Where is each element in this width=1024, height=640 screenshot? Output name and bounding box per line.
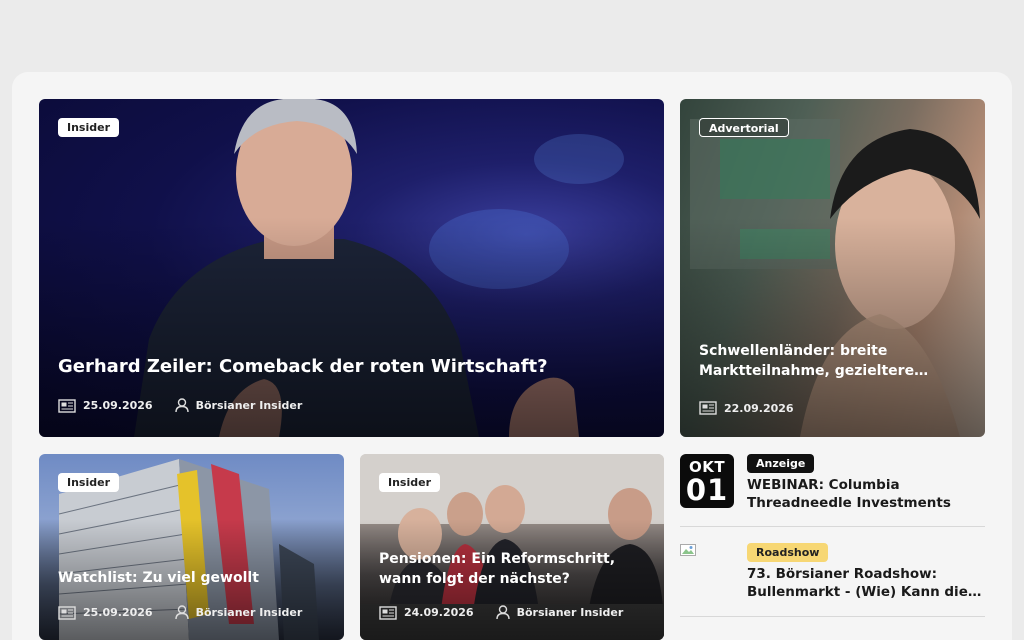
category-badge[interactable]: Advertorial bbox=[699, 118, 789, 137]
article-card-schwellenlaender[interactable]: Advertorial Schwellenländer: breite Mark… bbox=[680, 99, 985, 437]
article-author[interactable]: Börsianer Insider bbox=[196, 399, 303, 412]
article-author[interactable]: Börsianer Insider bbox=[517, 606, 624, 619]
article-meta: 22.09.2026 bbox=[699, 401, 794, 415]
article-headline[interactable]: Gerhard Zeiler: Comeback der roten Wirts… bbox=[58, 357, 646, 377]
list-divider bbox=[680, 526, 985, 527]
article-headline[interactable]: Pensionen: Ein Reformschritt, wann folgt… bbox=[379, 549, 646, 589]
broken-image-icon bbox=[680, 544, 696, 556]
sponsored-tag: Anzeige bbox=[747, 454, 815, 473]
newspaper-icon bbox=[58, 605, 76, 620]
article-date: 22.09.2026 bbox=[724, 401, 794, 415]
event-title[interactable]: WEBINAR: Columbia Threadneedle Investmen… bbox=[747, 476, 951, 512]
user-icon bbox=[174, 398, 189, 413]
article-meta: 24.09.2026 Börsianer Insider bbox=[379, 605, 623, 620]
article-headline[interactable]: Schwellenländer: breite Marktteilnahme, … bbox=[699, 341, 967, 381]
user-icon bbox=[495, 605, 510, 620]
user-icon bbox=[174, 605, 189, 620]
event-day: 01 bbox=[685, 473, 729, 507]
list-divider bbox=[680, 616, 985, 617]
article-date: 25.09.2026 bbox=[83, 399, 153, 412]
event-date-box: OKT 01 bbox=[680, 454, 734, 508]
article-date: 25.09.2026 bbox=[83, 606, 153, 619]
newspaper-icon bbox=[699, 401, 717, 415]
category-badge[interactable]: Insider bbox=[58, 118, 120, 137]
newspaper-icon bbox=[379, 605, 397, 620]
article-meta: 25.09.2026 Börsianer Insider bbox=[58, 605, 302, 620]
article-card-zeiler[interactable]: Insider Gerhard Zeiler: Comeback der rot… bbox=[39, 99, 664, 437]
article-card-watchlist[interactable]: Insider Watchlist: Zu viel gewollt 25.09… bbox=[39, 454, 344, 640]
article-date: 24.09.2026 bbox=[404, 606, 474, 619]
newspaper-icon bbox=[58, 398, 76, 413]
category-badge[interactable]: Insider bbox=[379, 473, 441, 492]
article-card-pensionen[interactable]: Insider Pensionen: Ein Reformschritt, wa… bbox=[360, 454, 664, 640]
roadshow-title[interactable]: 73. Börsianer Roadshow: Bullenmarkt - (W… bbox=[747, 565, 981, 601]
roadshow-tag: Roadshow bbox=[747, 543, 829, 562]
category-badge[interactable]: Insider bbox=[58, 473, 120, 492]
article-author[interactable]: Börsianer Insider bbox=[196, 606, 303, 619]
article-meta: 25.09.2026 Börsianer Insider bbox=[58, 398, 302, 413]
article-headline[interactable]: Watchlist: Zu viel gewollt bbox=[58, 568, 326, 588]
